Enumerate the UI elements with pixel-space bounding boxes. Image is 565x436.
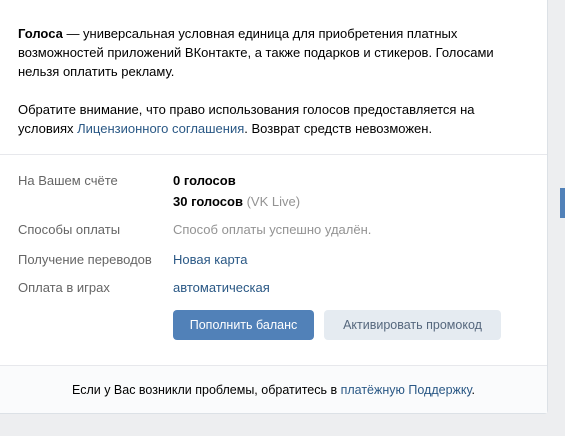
- support-footer-text: Если у Вас возникли проблемы, обратитесь…: [72, 383, 341, 397]
- side-scroll-marker[interactable]: [560, 188, 565, 218]
- votes-definition-text: — универсальная условная единица для при…: [18, 26, 494, 79]
- votes-term: Голоса: [18, 26, 63, 41]
- balance-secondary: 30 голосов (VK Live): [173, 194, 300, 210]
- divider: [0, 154, 547, 155]
- payment-methods-label: Способы оплаты: [18, 222, 121, 237]
- top-up-balance-button[interactable]: Пополнить баланс: [173, 310, 314, 340]
- balance-secondary-value: 30 голосов: [173, 194, 243, 209]
- support-footer-tail: .: [471, 383, 475, 397]
- payment-support-link[interactable]: платёжную Поддержку: [341, 383, 472, 397]
- license-agreement-link[interactable]: Лицензионного соглашения: [77, 121, 244, 136]
- votes-settings-card: Голоса — универсальная условная единица …: [0, 0, 548, 414]
- votes-definition: Голоса — универсальная условная единица …: [18, 24, 530, 81]
- balance-secondary-note: (VK Live): [246, 194, 301, 209]
- games-payment-mode-link[interactable]: автоматическая: [173, 280, 270, 296]
- balance-label: На Вашем счёте: [18, 173, 118, 188]
- support-footer: Если у Вас возникли проблемы, обратитесь…: [0, 365, 547, 413]
- payment-methods-status: Способ оплаты успешно удалён.: [173, 222, 372, 237]
- refund-notice-tail: . Возврат средств невозможен.: [244, 121, 433, 136]
- votes-description: Голоса — универсальная условная единица …: [18, 24, 530, 138]
- transfers-new-card-link[interactable]: Новая карта: [173, 252, 247, 268]
- games-payment-label: Оплата в играх: [18, 280, 110, 295]
- refund-notice: Обратите внимание, что право использован…: [18, 100, 530, 138]
- activate-promo-button[interactable]: Активировать промокод: [324, 310, 501, 340]
- balance-main-value: 0 голосов: [173, 173, 236, 188]
- transfers-label: Получение переводов: [18, 252, 152, 267]
